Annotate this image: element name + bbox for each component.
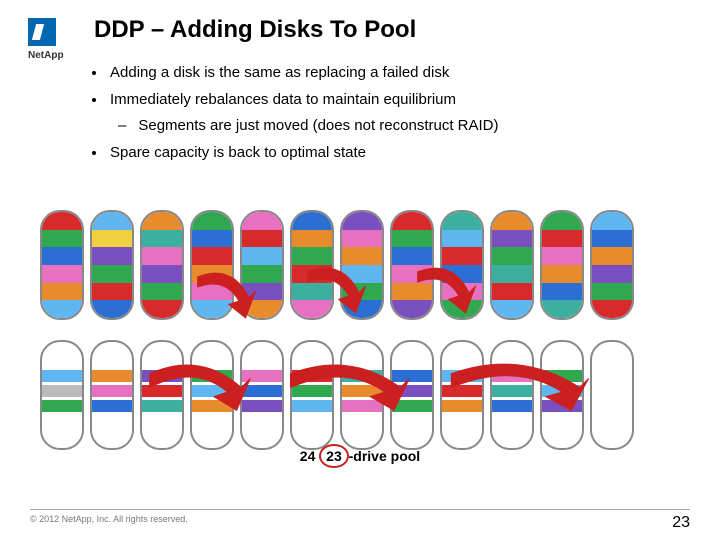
bullet-2a: Segments are just moved (does not recons…	[138, 115, 670, 138]
bullet-1: Adding a disk is the same as replacing a…	[110, 62, 670, 85]
disk	[40, 210, 84, 320]
netapp-logo: NetApp	[28, 18, 76, 61]
disk	[90, 210, 134, 320]
disk	[440, 210, 484, 320]
disk	[240, 340, 284, 450]
disk	[290, 210, 334, 320]
disk	[40, 340, 84, 450]
disk	[340, 210, 384, 320]
disk	[190, 340, 234, 450]
footer: © 2012 NetApp, Inc. All rights reserved.…	[30, 509, 690, 532]
disk	[490, 340, 534, 450]
slide-title: DDP – Adding Disks To Pool	[94, 16, 416, 44]
caption: 24 23 -drive pool	[0, 448, 720, 464]
disk	[490, 210, 534, 320]
bullet-3: Spare capacity is back to optimal state	[110, 142, 670, 165]
disk	[390, 210, 434, 320]
disk-row-top	[40, 210, 634, 320]
disk	[290, 340, 334, 450]
disk	[340, 340, 384, 450]
logo-icon	[28, 18, 56, 46]
disk-row-bottom	[40, 340, 634, 450]
bullet-2: Immediately rebalances data to maintain …	[110, 89, 670, 112]
disk-diagram	[40, 210, 680, 440]
caption-suffix: -drive pool	[349, 448, 421, 464]
disk	[140, 210, 184, 320]
caption-struck: 23	[323, 448, 345, 464]
disk	[540, 210, 584, 320]
disk	[440, 340, 484, 450]
logo-wordmark: NetApp	[28, 50, 76, 61]
bullet-list: Adding a disk is the same as replacing a…	[110, 62, 670, 168]
disk	[590, 210, 634, 320]
caption-prefix: 24	[300, 448, 316, 464]
disk	[390, 340, 434, 450]
disk-new	[590, 340, 634, 450]
disk	[240, 210, 284, 320]
disk	[540, 340, 584, 450]
disk	[140, 340, 184, 450]
copyright: © 2012 NetApp, Inc. All rights reserved.	[30, 514, 188, 532]
disk	[90, 340, 134, 450]
disk	[190, 210, 234, 320]
page-number: 23	[672, 514, 690, 532]
